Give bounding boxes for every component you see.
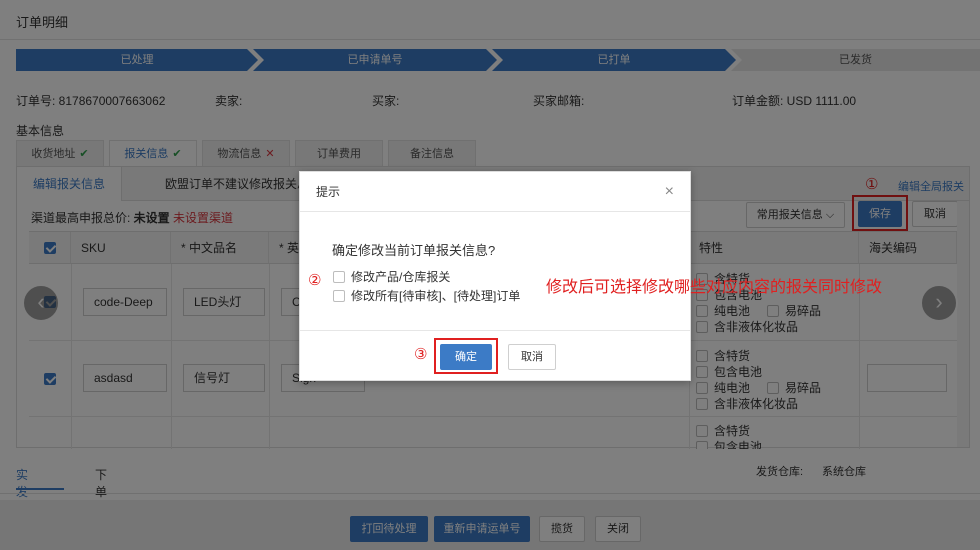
option-update-all-orders[interactable]: 修改所有[待审核]、[待处理]订单 — [333, 287, 520, 304]
dialog-footer: ③ 确定 取消 — [300, 330, 690, 380]
option-update-product-warehouse[interactable]: 修改产品/仓库报关 — [333, 268, 450, 285]
dialog-question: 确定修改当前订单报关信息? — [332, 243, 496, 258]
annotation-note: 修改后可选择修改哪些对应内容的报关同时修改 — [546, 279, 883, 296]
confirm-button[interactable]: 确定 — [440, 344, 492, 370]
close-icon[interactable]: × — [665, 184, 674, 200]
annotation-step-3: ③ — [414, 346, 428, 363]
annotation-step-2: ② — [308, 272, 322, 289]
dialog-cancel-button[interactable]: 取消 — [508, 344, 556, 370]
option-checkbox[interactable] — [333, 271, 345, 283]
option-checkbox[interactable] — [333, 290, 345, 302]
dialog-title: 提示 — [300, 172, 690, 212]
